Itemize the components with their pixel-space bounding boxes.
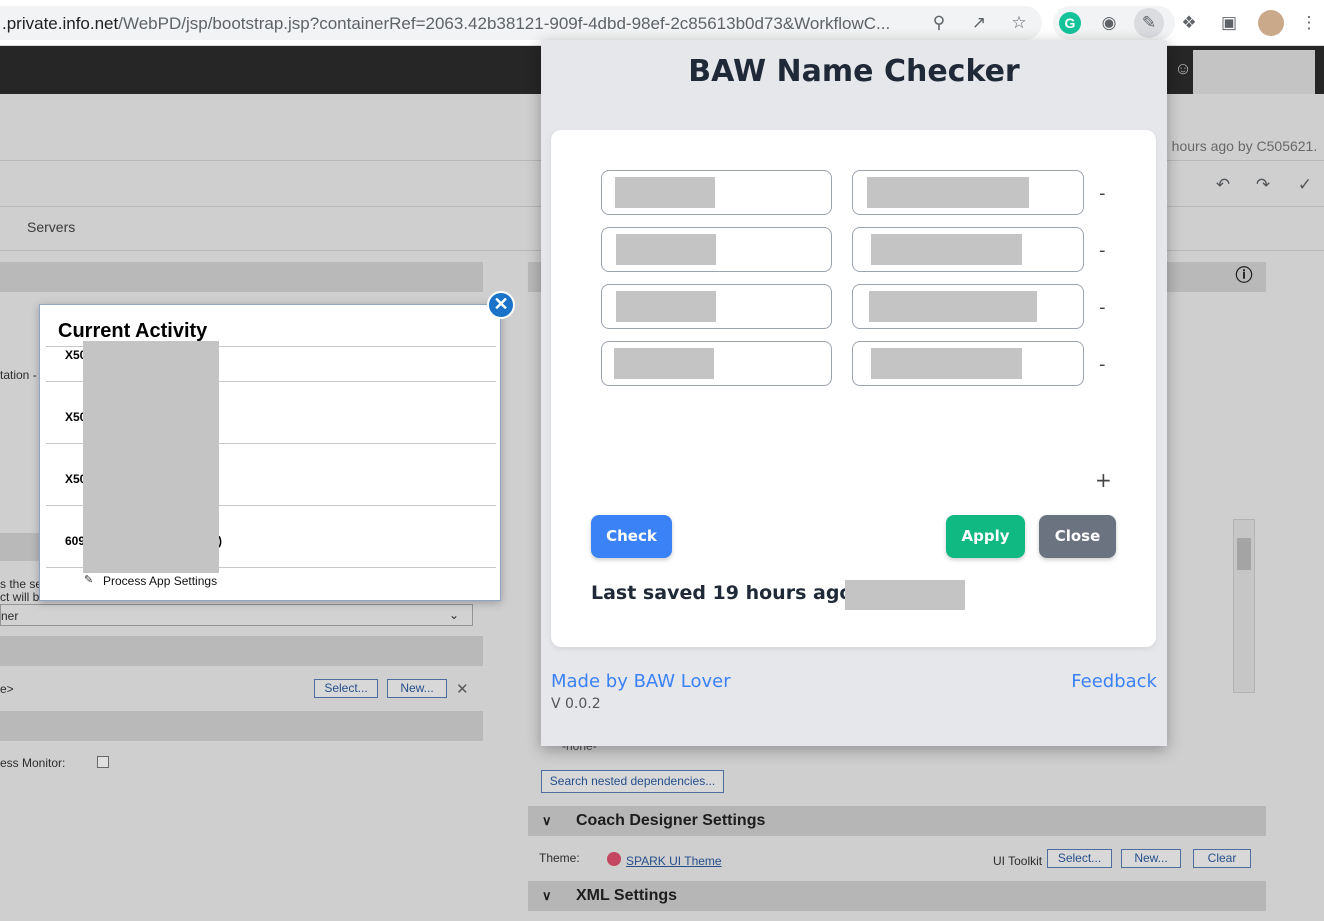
redacted-value [871,234,1022,265]
puzzle-icon[interactable]: ❖ [1178,12,1200,34]
profile-avatar[interactable] [1258,10,1284,36]
remove-row-button[interactable]: - [1099,354,1106,375]
remove-row-button[interactable]: - [1099,240,1106,261]
apply-button[interactable]: Apply [946,515,1025,558]
new-name-input[interactable] [852,227,1084,272]
made-by-link[interactable]: Made by BAW Lover [551,671,731,692]
old-name-input[interactable] [601,284,832,329]
redacted-value [869,291,1037,322]
name-checker-card: - - - - + Check Apply Close Last saved 1… [551,130,1156,647]
sidepanel-icon[interactable]: ▣ [1218,12,1240,34]
baw-name-checker-panel: BAW Name Checker - - - - + Check Apply C… [541,40,1167,746]
last-saved-text: Last saved 19 hours ago by [591,582,886,604]
address-bar[interactable]: .private.info.net/WebPD/jsp/bootstrap.js… [0,6,1042,40]
add-row-button[interactable]: + [1095,468,1112,492]
old-name-input[interactable] [601,170,832,215]
new-name-input[interactable] [852,170,1084,215]
share-icon[interactable]: ↗ [968,12,990,34]
old-name-input[interactable] [601,227,832,272]
camera-icon[interactable]: ◉ [1098,12,1120,34]
version-label: V 0.0.2 [551,696,601,712]
close-button[interactable]: Close [1039,515,1116,558]
redacted-value [871,348,1022,379]
process-app-settings-link[interactable]: Process App Settings [103,574,217,588]
extension-title: BAW Name Checker [688,54,1020,89]
activity-title: Current Activity [58,320,208,342]
new-name-input[interactable] [852,284,1084,329]
redacted-value [615,177,715,208]
redacted-username [845,580,965,610]
check-button[interactable]: Check [591,515,672,558]
remove-row-button[interactable]: - [1099,183,1106,204]
redacted-value [614,348,714,379]
star-icon[interactable]: ☆ [1008,12,1030,34]
remove-row-button[interactable]: - [1099,297,1106,318]
current-activity-popup: Current Activity X50 X50 X50 609 ) ✎ Pro… [39,304,501,601]
zoom-icon[interactable]: ⚲ [928,12,950,34]
user-icon[interactable]: ☺ [1172,58,1194,80]
edit-icon: ✎ [84,574,94,586]
feedback-link[interactable]: Feedback [1071,671,1157,692]
redacted-block [83,341,219,573]
new-name-input[interactable] [852,341,1084,386]
menu-icon[interactable]: ⋮ [1298,12,1320,34]
grammarly-icon[interactable]: G [1059,12,1081,34]
url-text[interactable]: .private.info.net/WebPD/jsp/bootstrap.js… [2,14,890,34]
extension-active-icon[interactable]: ✎ [1134,8,1164,38]
close-icon[interactable]: ✕ [487,291,515,319]
redacted-value [867,177,1029,208]
redacted-value [616,291,716,322]
redacted-username [1193,50,1315,94]
redacted-value [616,234,716,265]
old-name-input[interactable] [601,341,832,386]
